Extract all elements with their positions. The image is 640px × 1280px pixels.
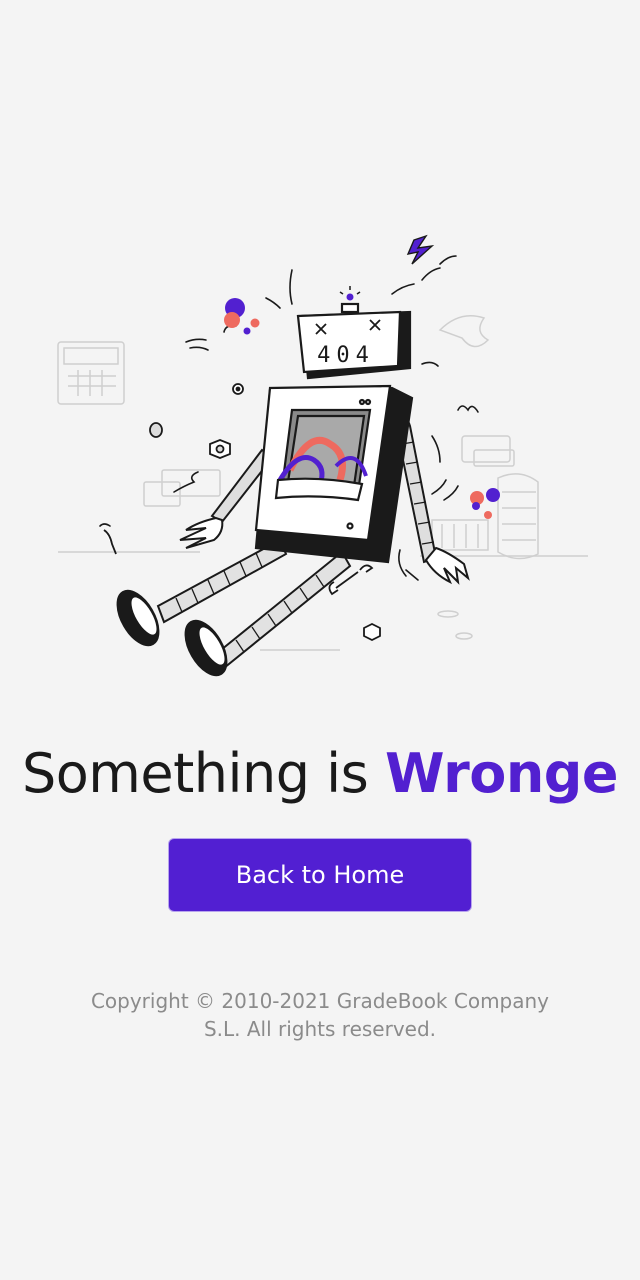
- back-to-home-button[interactable]: Back to Home: [168, 838, 472, 912]
- copyright-line-1: Copyright © 2010-2021 GradeBook Company: [90, 989, 550, 1013]
- antenna-spark: [339, 286, 361, 301]
- broken-robot-illustration: 404: [57, 234, 588, 677]
- error-headline: Something is Wronge: [0, 738, 640, 810]
- copyright-notice: Copyright © 2010-2021 GradeBook Company …: [80, 987, 560, 1043]
- robot-torso: [254, 384, 414, 564]
- headline-accent: Wronge: [384, 742, 619, 805]
- error-code-display: 404: [317, 343, 375, 368]
- headline-prefix: Something is: [21, 742, 369, 805]
- error-page: 404 Something is Wronge Back to Home Cop…: [0, 0, 640, 1280]
- lightning-icon: [406, 234, 435, 265]
- robot-head: 404: [296, 302, 412, 380]
- copyright-line-2: S.L. All rights reserved.: [203, 1017, 437, 1041]
- back-to-home-label: Back to Home: [235, 861, 405, 889]
- robot-legs: [156, 538, 352, 670]
